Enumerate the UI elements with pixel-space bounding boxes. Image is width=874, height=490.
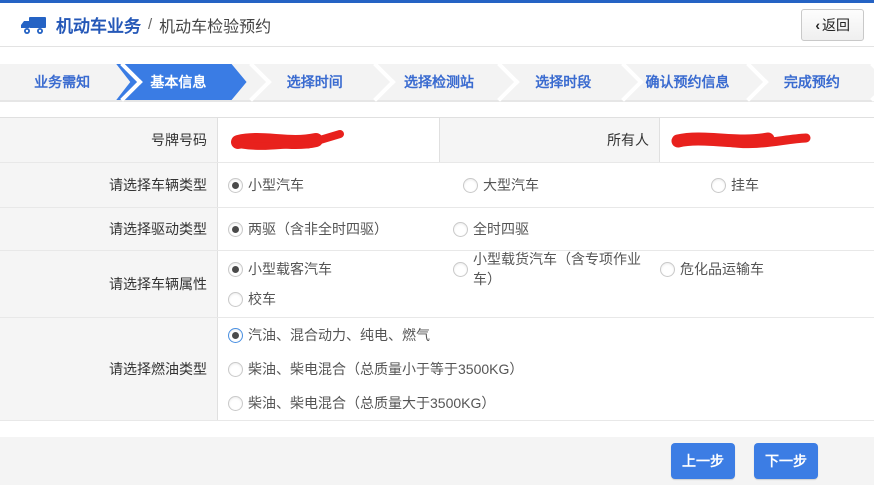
option-school-bus[interactable]: 校车: [228, 289, 276, 309]
vehicle-attribute-options-line2: 校车: [228, 284, 874, 314]
radio-icon[interactable]: [453, 262, 468, 277]
row-vehicle-attribute: 请选择车辆属性 小型载客汽车 小型载货汽车（含专项作业车） 危化品运输车: [0, 251, 874, 318]
option-hazmat-transport[interactable]: 危化品运输车: [660, 259, 764, 279]
back-button[interactable]: ‹ 返回: [801, 9, 864, 41]
fuel-type-option-line3: 柴油、柴电混合（总质量大于3500KG）: [228, 386, 874, 420]
option-label: 校车: [248, 289, 276, 309]
option-gasoline-hybrid-electric-gas[interactable]: 汽油、混合动力、纯电、燃气: [228, 325, 430, 345]
radio-icon[interactable]: [228, 178, 243, 193]
row-vehicle-type: 请选择车辆类型 小型汽车 大型汽车 挂车: [0, 163, 874, 208]
option-label: 柴油、柴电混合（总质量小于等于3500KG）: [248, 359, 523, 379]
row-drive-type: 请选择驱动类型 两驱（含非全时四驱） 全时四驱: [0, 208, 874, 251]
fuel-type-option-line1: 汽油、混合动力、纯电、燃气: [228, 318, 874, 352]
radio-icon[interactable]: [228, 362, 243, 377]
page-title-category: 机动车业务: [56, 12, 141, 37]
option-small-cargo[interactable]: 小型载货汽车（含专项作业车）: [453, 249, 660, 289]
redacted-plate-number: [228, 127, 356, 153]
radio-icon[interactable]: [660, 262, 675, 277]
footer-action-bar: 上一步 下一步: [0, 437, 874, 485]
option-small-car[interactable]: 小型汽车: [228, 175, 463, 195]
option-small-passenger[interactable]: 小型载客汽车: [228, 259, 453, 279]
step-navigation: 业务需知 基本信息 选择时间 选择检测站 选择时段 确认预约信息 完成预约: [0, 64, 874, 102]
fuel-type-label: 请选择燃油类型: [0, 318, 218, 420]
vehicle-type-options: 小型汽车 大型汽车 挂车: [228, 170, 874, 200]
radio-icon[interactable]: [711, 178, 726, 193]
option-label: 汽油、混合动力、纯电、燃气: [248, 325, 430, 345]
option-label: 柴油、柴电混合（总质量大于3500KG）: [248, 393, 495, 413]
page-title-current: 机动车检验预约: [159, 13, 271, 37]
vehicle-type-label: 请选择车辆类型: [0, 163, 218, 207]
next-step-button[interactable]: 下一步: [754, 443, 818, 479]
option-label: 危化品运输车: [680, 259, 764, 279]
option-label: 两驱（含非全时四驱）: [248, 219, 388, 239]
option-label: 大型汽车: [483, 175, 539, 195]
radio-icon[interactable]: [228, 222, 243, 237]
radio-icon[interactable]: [453, 222, 468, 237]
radio-icon[interactable]: [228, 328, 243, 343]
option-trailer[interactable]: 挂车: [711, 175, 759, 195]
row-fuel-type: 请选择燃油类型 汽油、混合动力、纯电、燃气 柴油、柴电混合（总质量小于等于350…: [0, 318, 874, 421]
option-label: 挂车: [731, 175, 759, 195]
option-two-wheel-drive[interactable]: 两驱（含非全时四驱）: [228, 219, 453, 239]
option-full-time-4wd[interactable]: 全时四驱: [453, 219, 529, 239]
option-label: 小型汽车: [248, 175, 304, 195]
radio-icon[interactable]: [228, 396, 243, 411]
plate-number-value: [218, 118, 440, 162]
vehicle-attribute-label: 请选择车辆属性: [0, 251, 218, 317]
back-button-label: 返回: [822, 15, 850, 35]
option-label: 小型载客汽车: [248, 259, 332, 279]
previous-step-button[interactable]: 上一步: [671, 443, 735, 479]
radio-icon[interactable]: [463, 178, 478, 193]
vehicle-attribute-options-line1: 小型载客汽车 小型载货汽车（含专项作业车） 危化品运输车: [228, 254, 874, 284]
vehicle-inspection-appointment-page: 机动车业务 / 机动车检验预约 ‹ 返回 业务需知 基本信息 选择时间 选择检测…: [0, 0, 874, 490]
drive-type-options: 两驱（含非全时四驱） 全时四驱: [228, 214, 874, 244]
fuel-type-option-line2: 柴油、柴电混合（总质量小于等于3500KG）: [228, 352, 874, 386]
option-label: 小型载货汽车（含专项作业车）: [473, 249, 660, 289]
appointment-form: 号牌号码 所有人 请选择车辆类型: [0, 117, 874, 421]
drive-type-label: 请选择驱动类型: [0, 208, 218, 250]
option-label: 全时四驱: [473, 219, 529, 239]
radio-icon[interactable]: [228, 262, 243, 277]
breadcrumb-separator: /: [148, 16, 152, 33]
owner-label: 所有人: [440, 118, 660, 162]
radio-icon[interactable]: [228, 292, 243, 307]
option-diesel-over-3500kg[interactable]: 柴油、柴电混合（总质量大于3500KG）: [228, 393, 495, 413]
row-plate-owner: 号牌号码 所有人: [0, 118, 874, 163]
option-large-car[interactable]: 大型汽车: [463, 175, 711, 195]
option-diesel-under-3500kg[interactable]: 柴油、柴电混合（总质量小于等于3500KG）: [228, 359, 523, 379]
plate-number-label: 号牌号码: [0, 118, 218, 162]
owner-value: [660, 118, 874, 162]
truck-icon: [20, 14, 48, 36]
back-chevron-icon: ‹: [815, 18, 820, 32]
redacted-owner-name: [668, 127, 818, 153]
page-header: 机动车业务 / 机动车检验预约 ‹ 返回: [0, 3, 874, 47]
